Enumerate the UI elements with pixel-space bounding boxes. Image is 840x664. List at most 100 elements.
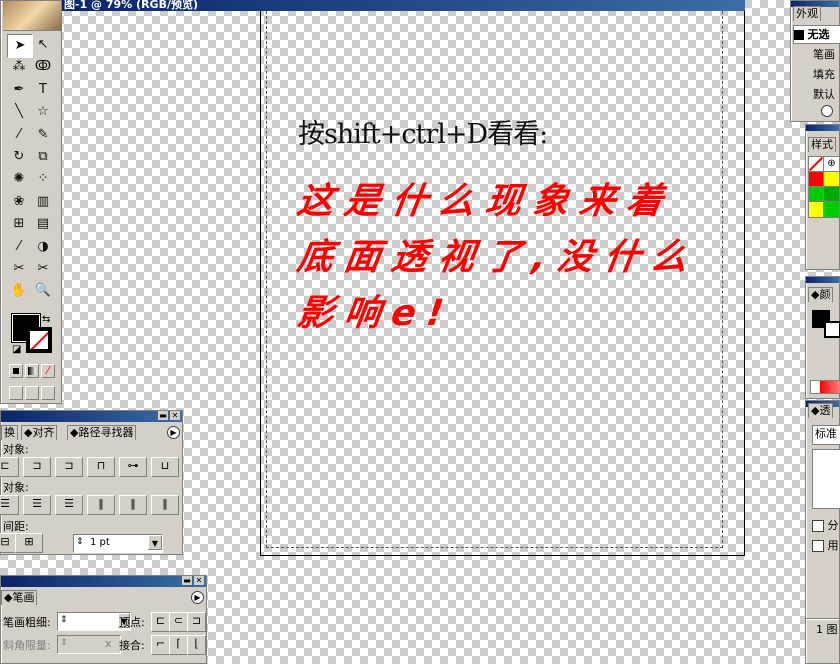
fill-mode-none-button[interactable]: ⁄ xyxy=(41,364,55,378)
zoom-icon[interactable]: 🔍 xyxy=(31,280,55,302)
distribute-left-button[interactable]: ‖ xyxy=(87,495,115,515)
graph-icon[interactable]: ▥ xyxy=(31,191,55,213)
document-title-bar[interactable]: 图-1 @ 79% (RGB/预览) xyxy=(62,0,745,11)
tab-transform[interactable]: 换 xyxy=(1,425,18,440)
blend-icon[interactable]: ◑ xyxy=(31,236,55,258)
screen-mode-standard-button[interactable] xyxy=(9,386,23,400)
type-icon[interactable]: T xyxy=(31,79,55,101)
swatches-titlebar[interactable] xyxy=(806,125,839,131)
distribute-h-center-button[interactable]: ‖ xyxy=(119,495,147,515)
magic-wand-icon[interactable]: ⁂ xyxy=(7,56,31,78)
align-right-button[interactable]: ⊐ xyxy=(55,457,83,477)
appearance-item-default[interactable]: 默认 xyxy=(813,86,835,102)
artwork-text-line-4[interactable]: 影响e! xyxy=(294,284,458,336)
align-left-button[interactable]: ⊏ xyxy=(0,457,19,477)
stepper-icon[interactable]: ⇕ xyxy=(60,613,68,628)
tab-pathfinder-label: 路径寻找器 xyxy=(78,426,134,439)
swap-colors-icon[interactable]: ⇆ xyxy=(42,314,50,325)
scale-icon[interactable]: ⧉ xyxy=(31,146,55,168)
round-cap-button[interactable]: ⊂ xyxy=(169,612,188,632)
distribute-top-button[interactable]: ☰ xyxy=(0,495,19,515)
tab-swatches[interactable]: 样式 xyxy=(808,137,836,152)
chevron-down-icon[interactable]: ▼ xyxy=(148,535,162,550)
transparency-panel: ◆透 标准 分 用 xyxy=(805,400,840,638)
mesh-icon[interactable]: ⊞ xyxy=(7,213,31,235)
rotate-icon[interactable]: ↻ xyxy=(7,146,31,168)
fill-mode-color-button[interactable] xyxy=(9,364,23,378)
butt-cap-button[interactable]: ⊏ xyxy=(151,612,170,632)
align-v-center-button[interactable]: ⊶ xyxy=(119,457,147,477)
screen-mode-menu-button[interactable] xyxy=(25,386,39,400)
panel-menu-icon[interactable]: ▶ xyxy=(191,591,204,604)
panel-menu-icon[interactable]: ▶ xyxy=(167,426,180,439)
distribute-horizontal-space-button[interactable]: ⊞ xyxy=(15,533,43,553)
scissors-icon[interactable]: ✂ xyxy=(31,258,55,280)
screen-mode-full-button[interactable] xyxy=(41,386,55,400)
blend-mode-select[interactable]: 标准 xyxy=(812,425,840,445)
stepper-icon[interactable]: ⇕ xyxy=(76,535,84,550)
projecting-cap-button[interactable]: ⊐ xyxy=(187,612,206,632)
color-swatch[interactable] xyxy=(823,201,840,218)
distribute-v-center-button[interactable]: ☰ xyxy=(23,495,51,515)
default-colors-icon[interactable]: ◪ xyxy=(12,344,21,355)
distribute-right-button[interactable]: ‖ xyxy=(151,495,179,515)
warp-icon[interactable]: ✺ xyxy=(7,168,31,190)
fill-mode-gradient-button[interactable] xyxy=(25,364,39,378)
line-icon[interactable]: ╲ xyxy=(7,101,31,123)
opacity-mask-thumbnail[interactable] xyxy=(812,449,840,509)
lasso-icon[interactable]: ↂ xyxy=(31,56,55,78)
direct-selection-icon[interactable]: ↖ xyxy=(31,34,55,56)
align-h-center-button[interactable]: ⊐ xyxy=(23,457,51,477)
align-bottom-button[interactable]: ⊔ xyxy=(151,457,179,477)
stroke-panel: ▬ ✕ ◆笔画 ▶ 笔画粗细: ⇕ ▼ 顶点: ⊏ ⊂ ⊐ 斜角限量: ⇕ x … xyxy=(0,575,207,664)
minimize-icon[interactable]: ▬ xyxy=(158,411,168,420)
pencil-icon[interactable]: ✎ xyxy=(31,124,55,146)
close-icon[interactable]: ✕ xyxy=(170,411,180,420)
align-panel-titlebar[interactable]: ▬ ✕ xyxy=(1,411,182,422)
tab-appearance[interactable]: 外观 xyxy=(793,6,821,21)
close-icon[interactable]: ✕ xyxy=(194,576,204,585)
color-stroke-swatch[interactable] xyxy=(824,321,840,338)
spacing-input[interactable]: ⇕ 1 pt ▼ xyxy=(73,534,163,553)
color-spectrum-bar[interactable] xyxy=(810,380,840,394)
blend-mode-value: 标准 xyxy=(815,427,837,440)
tab-align[interactable]: ◆对齐 xyxy=(21,425,58,440)
symbol-sprayer-icon[interactable]: ❀ xyxy=(7,191,31,213)
stroke-color-swatch[interactable] xyxy=(26,327,52,353)
align-top-button[interactable]: ⊓ xyxy=(87,457,115,477)
paintbrush-icon[interactable]: ⁄ xyxy=(7,124,31,146)
tab-color[interactable]: ◆颜 xyxy=(808,287,834,302)
checkbox-clip[interactable]: 分 xyxy=(812,517,839,533)
appearance-option-icon[interactable] xyxy=(821,105,833,117)
swatches-panel: 样式 ⊕ xyxy=(805,124,840,270)
pen-icon[interactable]: ✒ xyxy=(7,79,31,101)
checkbox-invert[interactable]: 用 xyxy=(812,537,839,553)
bevel-join-button[interactable]: ⌊ xyxy=(187,635,206,655)
gradient-icon[interactable]: ▤ xyxy=(31,213,55,235)
tab-pathfinder[interactable]: ◆路径寻找器 xyxy=(67,425,137,440)
tab-stroke[interactable]: ◆笔画 xyxy=(1,590,38,605)
selection-arrow-icon[interactable]: ➤ xyxy=(7,34,33,58)
distribute-bottom-button[interactable]: ☰ xyxy=(55,495,83,515)
appearance-object-row[interactable]: 无选 xyxy=(793,25,840,44)
stepper-icon[interactable]: ⇕ xyxy=(60,636,68,651)
eyedropper-icon[interactable]: ⁄ xyxy=(7,236,31,258)
checkbox-clip-label: 分 xyxy=(827,519,839,532)
artwork-text-line-3[interactable]: 底面透视了,没什么 xyxy=(294,228,702,280)
artwork-text-line-2[interactable]: 这是什么现象来着 xyxy=(294,172,677,224)
minimize-icon[interactable]: ▬ xyxy=(182,576,192,585)
artwork-text-line-1[interactable]: 按shift+ctrl+D看看: xyxy=(298,112,548,151)
checkbox-clip-box[interactable] xyxy=(812,520,824,532)
slice-icon[interactable]: ✂ xyxy=(7,258,31,280)
checkbox-invert-box[interactable] xyxy=(812,540,824,552)
star-icon[interactable]: ☆ xyxy=(31,101,55,123)
miter-join-button[interactable]: ⌐ xyxy=(151,635,170,655)
hand-icon[interactable]: ✋ xyxy=(7,280,31,302)
tab-transparency[interactable]: ◆透 xyxy=(808,403,834,418)
color-titlebar[interactable] xyxy=(806,277,839,283)
appearance-item-stroke[interactable]: 笔画 xyxy=(813,46,835,62)
appearance-item-fill[interactable]: 填充 xyxy=(813,66,835,82)
round-join-button[interactable]: ⌈ xyxy=(169,635,188,655)
stroke-panel-titlebar[interactable]: ▬ ✕ xyxy=(1,576,206,587)
free-transform-icon[interactable]: ⁘ xyxy=(31,168,55,190)
